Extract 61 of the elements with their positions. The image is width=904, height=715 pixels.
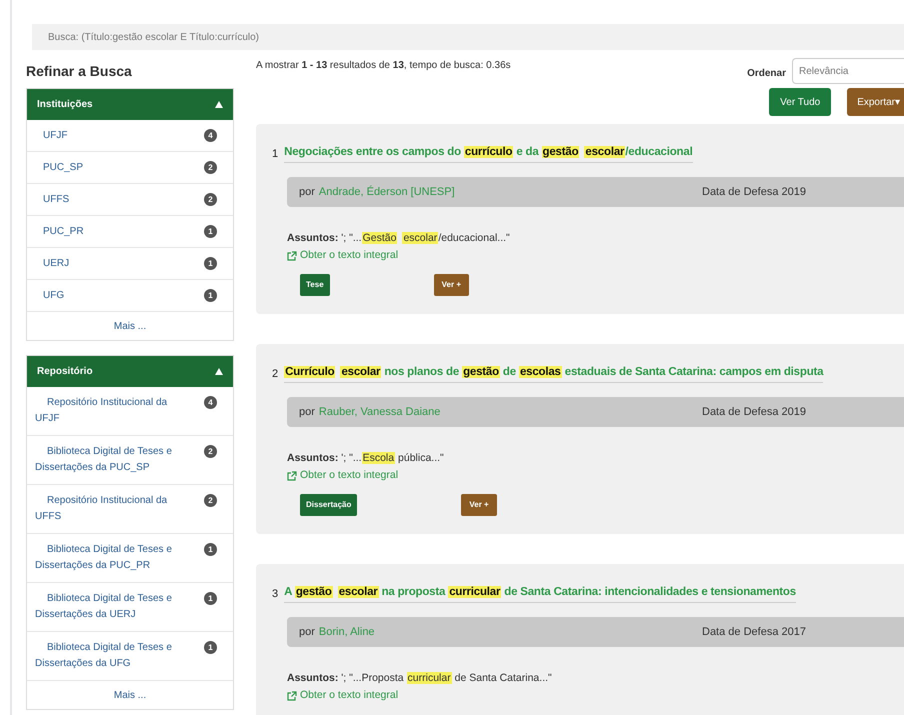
collapse-icon[interactable] — [215, 368, 223, 375]
facet-item-link[interactable]: UFFS — [35, 192, 70, 208]
view-more-button[interactable]: Ver + — [434, 274, 469, 296]
facet-item-link[interactable]: PUC_PR — [35, 224, 84, 240]
author-prefix: por — [299, 185, 315, 200]
facet-item-link[interactable]: Biblioteca Digital de Teses e Dissertações da PUC_PR — [35, 542, 185, 574]
facet-item-link[interactable]: Biblioteca Digital de Teses e Dissertações da UFG — [35, 640, 185, 672]
more-link[interactable]: Mais ... — [114, 688, 146, 702]
external-link-icon — [287, 690, 297, 701]
document-type-button[interactable]: Dissertação — [300, 494, 358, 516]
result-number: 3 — [272, 586, 278, 602]
sidebar-heading: Refinar a Busca — [26, 62, 133, 81]
facet-header[interactable]: Repositório — [27, 356, 233, 387]
count-badge: 2 — [204, 445, 217, 458]
search-query-bar: Busca: (Título:gestão escolar E Título:currículo) — [32, 24, 904, 50]
facet-item-link[interactable]: UERJ — [35, 256, 70, 272]
result-number: 1 — [272, 146, 278, 162]
defense-date: Data de Defesa 2019 — [702, 185, 806, 200]
collapse-icon[interactable] — [215, 101, 223, 108]
sort-label: Ordenar — [747, 67, 786, 81]
count-badge: 1 — [204, 225, 217, 238]
count-badge: 2 — [204, 193, 217, 206]
author-prefix: por — [299, 625, 315, 640]
facet-title: Instituições — [37, 98, 93, 112]
export-button[interactable]: Exportar▾ — [847, 88, 904, 116]
result-title-link[interactable]: Negociações entre os campos do currículo e da gestão escolar/educacional — [284, 144, 693, 164]
count-badge: 2 — [204, 494, 217, 507]
facet-item-link[interactable]: Repositório Institucional da UFJF — [35, 395, 185, 427]
defense-date: Data de Defesa 2019 — [702, 405, 806, 420]
document-type-button[interactable]: Tese — [300, 274, 330, 296]
facet-item-link[interactable]: Biblioteca Digital de Teses e Dissertações da UERJ — [35, 591, 185, 623]
count-badge: 1 — [204, 641, 217, 654]
facet-item-link[interactable]: UFJF — [35, 128, 68, 144]
subjects-text: Assuntos: '; "...Gestão escolar/educacional..." — [287, 231, 511, 246]
facet-title: Repositório — [37, 365, 93, 379]
count-badge: 2 — [204, 161, 217, 174]
view-all-button[interactable]: Ver Tudo — [769, 88, 832, 116]
results-summary: A mostrar 1 - 13 resultados de 13, tempo de busca: 0.36s — [256, 59, 511, 73]
count-badge: 1 — [204, 543, 217, 556]
subjects-text: Assuntos: '; "...Escola pública..." — [287, 451, 445, 466]
count-badge: 4 — [204, 129, 217, 142]
result-title-link[interactable]: Currículo escolar nos planos de gestão de escolas estaduais de Santa Catarina: campos em disputa — [284, 364, 824, 384]
subjects-text: Assuntos: '; "...Proposta curricular de Santa Catarina..." — [287, 671, 553, 686]
count-badge: 1 — [204, 592, 217, 605]
sort-select[interactable]: Relevância — [792, 58, 904, 84]
facet-item-link[interactable]: PUC_SP — [35, 160, 84, 176]
count-badge: 4 — [204, 396, 217, 409]
result-number: 2 — [272, 366, 278, 382]
external-link-icon — [287, 470, 297, 481]
facet-item-link[interactable]: Repositório Institucional da UFFS — [35, 493, 185, 525]
defense-date: Data de Defesa 2017 — [702, 625, 806, 640]
facet-header[interactable]: Instituições — [27, 89, 233, 120]
facet-item-link[interactable]: UFG — [35, 288, 64, 304]
facet-item-link[interactable]: Biblioteca Digital de Teses e Dissertações da PUC_SP — [35, 444, 185, 476]
more-link[interactable]: Mais ... — [114, 318, 146, 334]
count-badge: 1 — [204, 289, 217, 302]
result-title-link[interactable]: A gestão escolar na proposta curricular de Santa Catarina: intencionalidades e tensionamentos — [284, 584, 796, 604]
view-more-button[interactable]: Ver + — [461, 494, 497, 516]
author-prefix: por — [299, 405, 315, 420]
external-link-icon — [287, 250, 297, 261]
count-badge: 1 — [204, 257, 217, 270]
